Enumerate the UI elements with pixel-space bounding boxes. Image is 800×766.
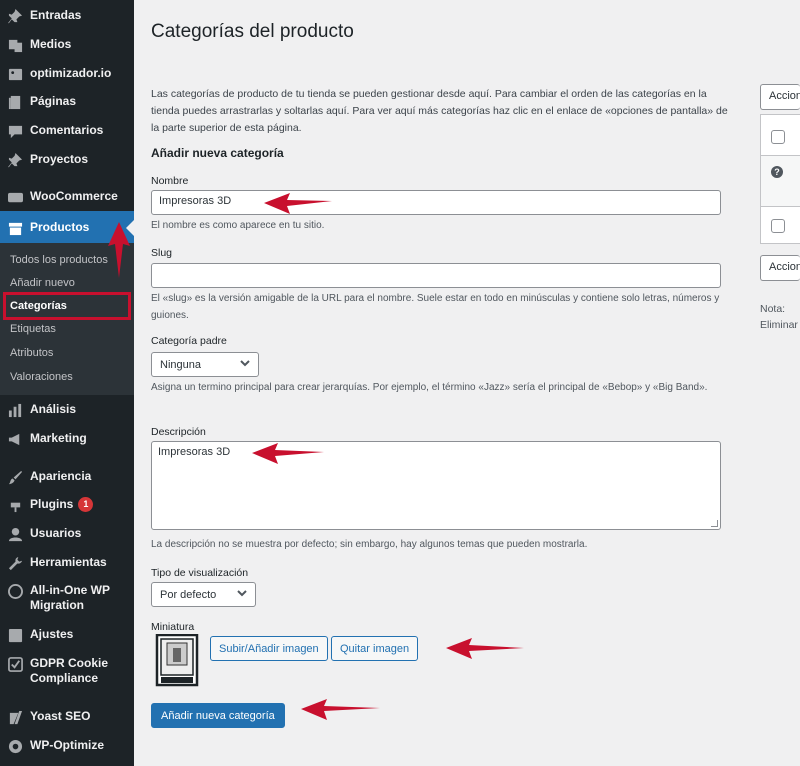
arrow-to-thumbnail-buttons <box>446 638 524 659</box>
arrow-to-name-field <box>264 193 332 214</box>
arrow-to-products-menu <box>108 222 130 278</box>
annotation-arrows <box>108 193 524 720</box>
arrow-to-description-field <box>252 443 324 464</box>
arrow-to-submit-button <box>301 699 380 720</box>
